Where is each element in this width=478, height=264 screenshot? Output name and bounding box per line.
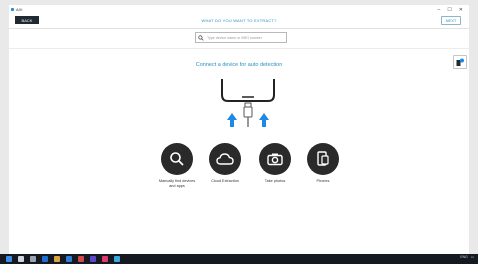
option-circle[interactable]	[209, 143, 241, 175]
extraction-options: Manually find devices and apps Cloud Ext…	[156, 143, 344, 203]
search-input[interactable]: Type device name or IMEI number	[207, 36, 262, 40]
connect-device-title: Connect a device for auto detection	[195, 62, 283, 68]
search-icon	[198, 34, 204, 41]
folder-icon[interactable]	[54, 256, 60, 262]
os-taskbar: ENG ▭	[0, 254, 478, 264]
search-divider	[9, 48, 469, 49]
edge-icon[interactable]	[42, 256, 48, 262]
option-label: Manually find devices and apps	[158, 179, 196, 188]
close-icon[interactable]: ✕	[459, 7, 463, 13]
search-icon	[170, 152, 184, 166]
camera-icon	[267, 153, 283, 166]
phone-icon	[317, 151, 329, 166]
app-icon-red[interactable]	[78, 256, 84, 262]
cloud-icon	[216, 153, 234, 165]
task-view-icon[interactable]	[30, 256, 36, 262]
tray-language[interactable]: ENG	[460, 255, 467, 259]
title-bar: AXI – ☐ ✕	[9, 5, 469, 14]
next-button[interactable]: NEXT	[441, 16, 461, 25]
option-phones[interactable]: Phones	[302, 143, 344, 184]
app-icon-pink[interactable]	[102, 256, 108, 262]
notification-icon[interactable]: ▭	[471, 255, 474, 259]
store-icon[interactable]	[66, 256, 72, 262]
app-window: AXI – ☐ ✕ BACK WHAT DO YOU WANT TO EXTRA…	[9, 5, 469, 254]
search-box[interactable]: Type device name or IMEI number	[195, 32, 287, 43]
extraction-header: BACK WHAT DO YOU WANT TO EXTRACT? NEXT	[9, 16, 469, 28]
app-icon-purple[interactable]	[90, 256, 96, 262]
minimize-icon[interactable]: –	[438, 7, 441, 13]
title-left: AXI	[9, 7, 22, 12]
app-icon-blue[interactable]	[114, 256, 120, 262]
connect-phone-illustration	[221, 79, 275, 127]
window-title: AXI	[16, 7, 23, 12]
option-label: Cloud Extraction	[211, 179, 239, 183]
option-label: Take photos	[264, 179, 286, 183]
search-taskbar-icon[interactable]	[18, 256, 24, 262]
extract-prompt: WHAT DO YOU WANT TO EXTRACT?	[201, 18, 277, 23]
option-circle[interactable]	[307, 143, 339, 175]
option-manual-find[interactable]: Manually find devices and apps	[156, 143, 198, 188]
system-tray[interactable]: ENG ▭	[460, 255, 474, 259]
option-circle[interactable]	[161, 143, 193, 175]
start-icon[interactable]	[6, 256, 12, 262]
option-take-photos[interactable]: Take photos	[254, 143, 296, 184]
option-label: Phones	[316, 179, 330, 183]
maximize-icon[interactable]: ☐	[447, 7, 451, 13]
app-icon	[11, 8, 14, 11]
header-divider	[9, 28, 469, 29]
option-circle[interactable]	[259, 143, 291, 175]
option-cloud-extraction[interactable]: Cloud Extraction	[204, 143, 246, 184]
window-controls: – ☐ ✕	[438, 7, 469, 13]
